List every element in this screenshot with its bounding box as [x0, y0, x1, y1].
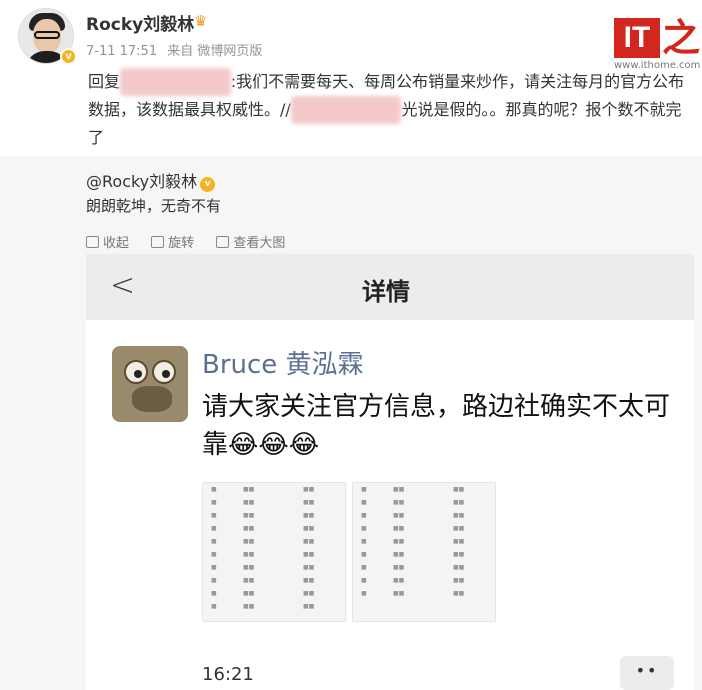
- sender-avatar: [112, 346, 188, 422]
- username-link[interactable]: Rocky刘毅林: [86, 10, 194, 35]
- collapse-button[interactable]: 收起: [86, 232, 129, 251]
- sales-table-image: ■ ■■ ■■ ■ ■■ ■■ ■ ■■ ■■ ■ ■■ ■■ ■ ■■ ■■ ■ ■■ ■■ ■ ■■ ■…: [202, 482, 346, 622]
- collapse-icon: [86, 236, 99, 248]
- view-large-icon: [216, 236, 230, 248]
- embedded-screenshot[interactable]: < 详情 Bruce 黄泓霖 请大家关注官方信息，路边社确实不太可靠😂😂😂 ■ ■…: [86, 254, 694, 690]
- sender-name: Bruce 黄泓霖: [202, 350, 364, 380]
- ithome-logo: IT 之 www.ithome.com: [614, 14, 702, 71]
- detail-header: < 详情: [86, 254, 694, 320]
- sales-table-images: ■ ■■ ■■ ■ ■■ ■■ ■ ■■ ■■ ■ ■■ ■■ ■ ■■ ■■ ■ ■■ ■■ ■ ■■ ■…: [202, 482, 502, 622]
- sales-table-image: ■ ■■ ■■ ■ ■■ ■■ ■ ■■ ■■ ■ ■■ ■■ ■ ■■ ■■ ■ ■■ ■■ ■ ■■ ■…: [352, 482, 496, 622]
- more-options-button[interactable]: ••: [620, 656, 674, 690]
- reply-prefix: 回复: [88, 72, 121, 91]
- repost-username-text[interactable]: @Rocky刘毅林: [86, 172, 197, 191]
- sender-message: 请大家关注官方信息，路边社确实不太可靠😂😂😂: [202, 392, 671, 460]
- logo-it: IT: [614, 18, 660, 58]
- verified-icon: v: [200, 177, 216, 192]
- repost-block: @Rocky刘毅林 v 朗朗乾坤，无奇不有 收起 旋转 查看大图 < 详情 Bru…: [0, 156, 702, 690]
- redacted-mention: @xxxxxxxxxx: [120, 68, 231, 96]
- post-meta: 7-11 17:51 来自 微博网页版: [86, 40, 268, 59]
- repost-text: 朗朗乾坤，无奇不有: [86, 197, 222, 215]
- redacted-mention-2: @xxxxxxxxxx: [290, 96, 402, 124]
- rotate-label: 旋转: [168, 236, 195, 251]
- rotate-button[interactable]: 旋转: [151, 232, 194, 251]
- weibo-post-page: v Rocky刘毅林 ♛ 7-11 17:51 来自 微博网页版 IT 之 ww…: [0, 0, 702, 690]
- repost-username[interactable]: @Rocky刘毅林 v: [86, 168, 216, 192]
- verified-icon: v: [60, 48, 77, 65]
- logo-zhi: 之: [662, 16, 701, 60]
- image-actions: 收起 旋转 查看大图: [86, 232, 303, 251]
- message-time: 16:21: [202, 664, 254, 685]
- post-time[interactable]: 7-11 17:51: [86, 44, 157, 59]
- post-source: 来自 微博网页版: [167, 44, 263, 59]
- view-large-label: 查看大图: [233, 236, 286, 251]
- rotate-icon: [151, 236, 165, 248]
- detail-title: 详情: [362, 278, 410, 306]
- collapse-label: 收起: [103, 236, 130, 251]
- post-body: 回复@xxxxxxxxxx:我们不需要每天、每周公布销量来炒作，请关注每月的官方…: [88, 68, 688, 152]
- crown-icon: ♛: [194, 12, 208, 30]
- view-large-button[interactable]: 查看大图: [216, 232, 285, 251]
